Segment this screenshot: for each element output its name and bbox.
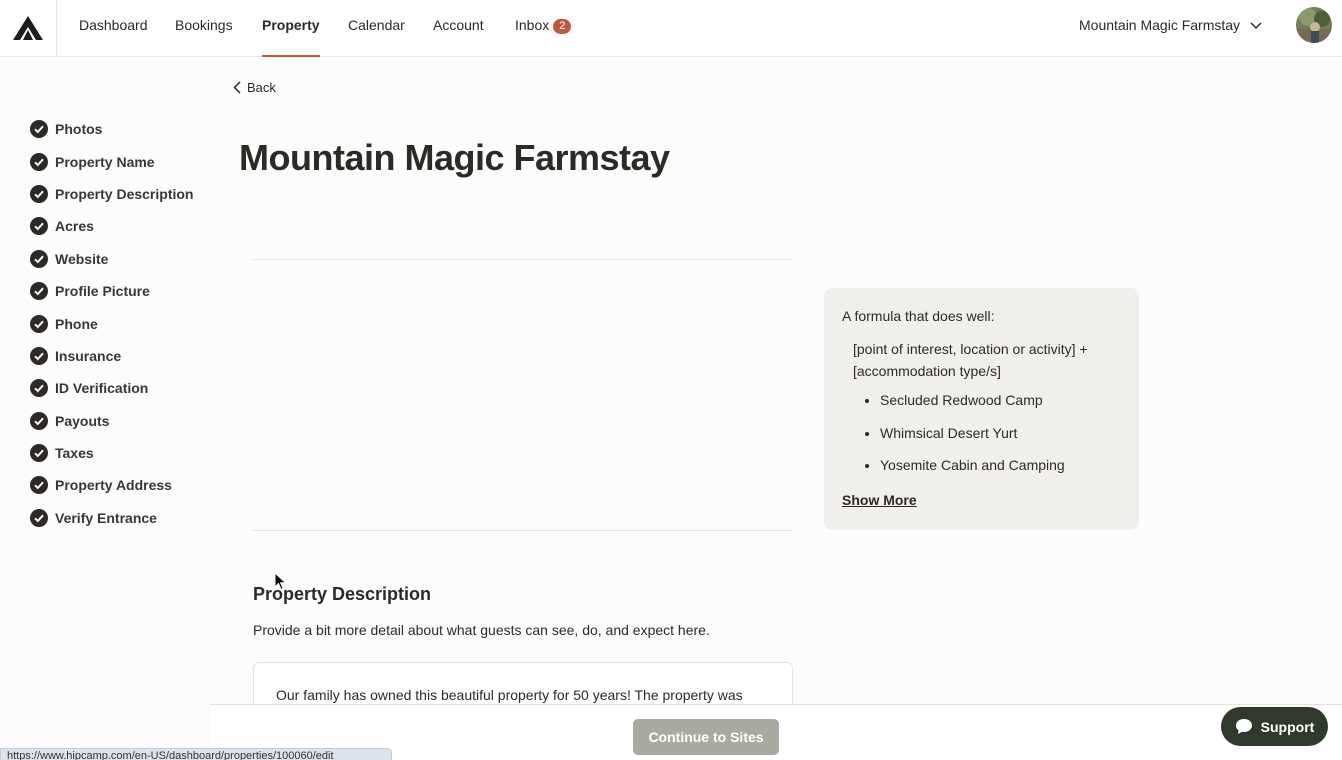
inbox-count-badge: 2 [553, 19, 572, 34]
check-circle-icon [30, 152, 48, 171]
sidebar-item-label: Photos [55, 121, 103, 137]
show-more-link[interactable]: Show More [842, 492, 917, 508]
sidebar-item-label: Insurance [55, 348, 122, 364]
chevron-left-icon [233, 81, 241, 94]
nav-dashboard[interactable]: Dashboard [79, 0, 148, 57]
sidebar-item-label: Payouts [55, 413, 110, 429]
check-circle-icon [30, 412, 48, 430]
sidebar-item-id-verification[interactable]: ID Verification [30, 377, 210, 399]
check-circle-icon [30, 379, 48, 397]
chevron-down-icon [1250, 21, 1262, 29]
list-item: Whimsical Desert Yurt [880, 423, 1121, 456]
sidebar-item-insurance[interactable]: Insurance [30, 345, 210, 367]
sidebar-item-label: Taxes [55, 445, 94, 461]
sidebar-item-label: Profile Picture [55, 283, 150, 299]
nav-account[interactable]: Account [433, 0, 484, 57]
nav-calendar[interactable]: Calendar [348, 0, 405, 57]
check-circle-icon [30, 250, 48, 268]
page-title: Mountain Magic Farmstay [239, 137, 670, 178]
check-circle-icon [30, 120, 48, 138]
sidebar-item-property-address[interactable]: Property Address [30, 474, 210, 496]
chat-bubble-icon [1235, 719, 1252, 734]
property-switcher[interactable]: Mountain Magic Farmstay [1079, 0, 1262, 51]
sidebar-item-label: Phone [55, 316, 98, 332]
support-label: Support [1260, 718, 1315, 735]
sidebar-item-website[interactable]: Website [30, 248, 210, 270]
divider [253, 530, 793, 531]
sidebar-item-acres[interactable]: Acres [30, 215, 210, 237]
naming-tip-card: A formula that does well: [point of inte… [824, 288, 1139, 530]
sidebar-item-label: Website [55, 251, 109, 267]
check-circle-icon [30, 347, 48, 365]
sidebar-item-label: Verify Entrance [55, 510, 157, 526]
property-switcher-label: Mountain Magic Farmstay [1079, 17, 1241, 33]
sidebar-item-label: ID Verification [55, 380, 149, 396]
check-circle-icon [30, 444, 48, 462]
list-item: Secluded Redwood Camp [880, 390, 1121, 423]
check-circle-icon [30, 217, 48, 235]
sidebar-item-taxes[interactable]: Taxes [30, 442, 210, 464]
sidebar-item-property-description[interactable]: Property Description [30, 183, 210, 205]
sidebar-item-phone[interactable]: Phone [30, 313, 210, 335]
support-button[interactable]: Support [1221, 707, 1328, 746]
sidebar-item-label: Acres [55, 218, 94, 234]
tip-intro: A formula that does well: [842, 308, 995, 324]
sidebar-item-photos[interactable]: Photos [30, 118, 210, 140]
back-label: Back [247, 80, 276, 95]
sidebar-item-label: Property Description [55, 186, 194, 202]
avatar-photo-icon [1296, 7, 1332, 43]
check-circle-icon [30, 315, 48, 333]
browser-status-url: https://www.hipcamp.com/en-US/dashboard/… [0, 748, 392, 760]
nav-property[interactable]: Property [262, 0, 320, 57]
section-help-text: Provide a bit more detail about what gue… [253, 622, 710, 638]
check-circle-icon [30, 282, 48, 300]
sidebar-item-label: Property Name [55, 153, 155, 170]
nav-bookings[interactable]: Bookings [175, 0, 233, 57]
logo-icon [13, 16, 43, 40]
nav-inbox-label: Inbox [515, 17, 550, 33]
list-item: Yosemite Cabin and Camping [880, 455, 1121, 488]
check-circle-icon [30, 509, 48, 527]
sidebar-item-property-name[interactable]: Property Name [30, 151, 210, 173]
check-circle-icon [30, 476, 48, 494]
sidebar-item-payouts[interactable]: Payouts [30, 410, 210, 432]
divider [253, 259, 793, 260]
back-link[interactable]: Back [233, 80, 276, 95]
nav-inbox[interactable]: Inbox 2 [515, 0, 572, 57]
sidebar-item-label: Property Address [55, 477, 172, 493]
mouse-cursor-icon [274, 572, 287, 591]
user-avatar[interactable] [1296, 7, 1332, 43]
hipcamp-logo[interactable] [0, 0, 57, 56]
sidebar-item-profile-picture[interactable]: Profile Picture [30, 280, 210, 302]
continue-button[interactable]: Continue to Sites [633, 719, 779, 755]
tip-formula: [point of interest, location or activity… [853, 341, 1088, 379]
tip-examples: Secluded Redwood Camp Whimsical Desert Y… [880, 390, 1121, 488]
top-nav: Dashboard Bookings Property Calendar Acc… [0, 0, 1342, 57]
check-circle-icon [30, 185, 48, 203]
sidebar-item-verify-entrance[interactable]: Verify Entrance [30, 507, 210, 529]
